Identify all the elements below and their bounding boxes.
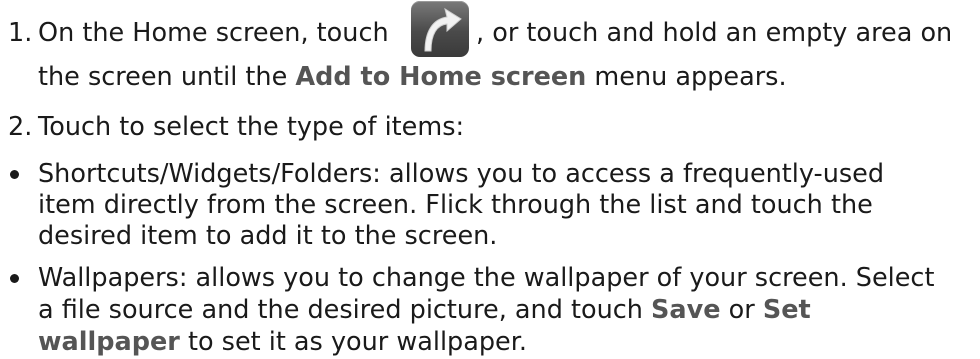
bullet-2-line-3: wallpaper to set it as your wallpaper. [38,327,527,357]
bullet-2-line-2-or: or [720,295,763,325]
bullet-2-line-1: Wallpapers: allows you to change the wal… [38,263,935,293]
wallpaper-label: wallpaper [38,327,180,357]
step-2-text: Touch to select the type of items: [38,112,465,142]
set-label: Set [762,295,811,325]
bullet-2-line-2-before: a file source and the desired picture, a… [38,295,652,325]
bullet-1-line-2: item directly from the screen. Flick thr… [38,190,873,220]
step-1-text-line-1-before: On the Home screen, touch [38,18,389,48]
save-label: Save [651,295,721,325]
curved-arrow-icon[interactable] [411,1,469,57]
bullet-2-marker [10,274,19,283]
bullet-2-line-3-after: to set it as your wallpaper. [179,327,527,357]
bullet-2-line-2: a file source and the desired picture, a… [38,295,811,325]
step-1-line-2-after: menu appears. [586,62,787,92]
step-2-number: 2. [8,112,33,142]
step-1-number: 1. [8,18,33,48]
bullet-1-line-1: Shortcuts/Widgets/Folders: allows you to… [38,159,885,189]
bullet-1-line-3: desired item to add it to the screen. [38,221,498,251]
add-to-home-screen-label: Add to Home screen [295,62,587,92]
step-1-text-line-2: the screen until the Add to Home screen … [38,62,787,92]
step-1-text-line-1-after: , or touch and hold an empty area on [476,18,953,48]
bullet-1-marker [10,170,19,179]
step-1-line-2-before: the screen until the [38,62,296,92]
